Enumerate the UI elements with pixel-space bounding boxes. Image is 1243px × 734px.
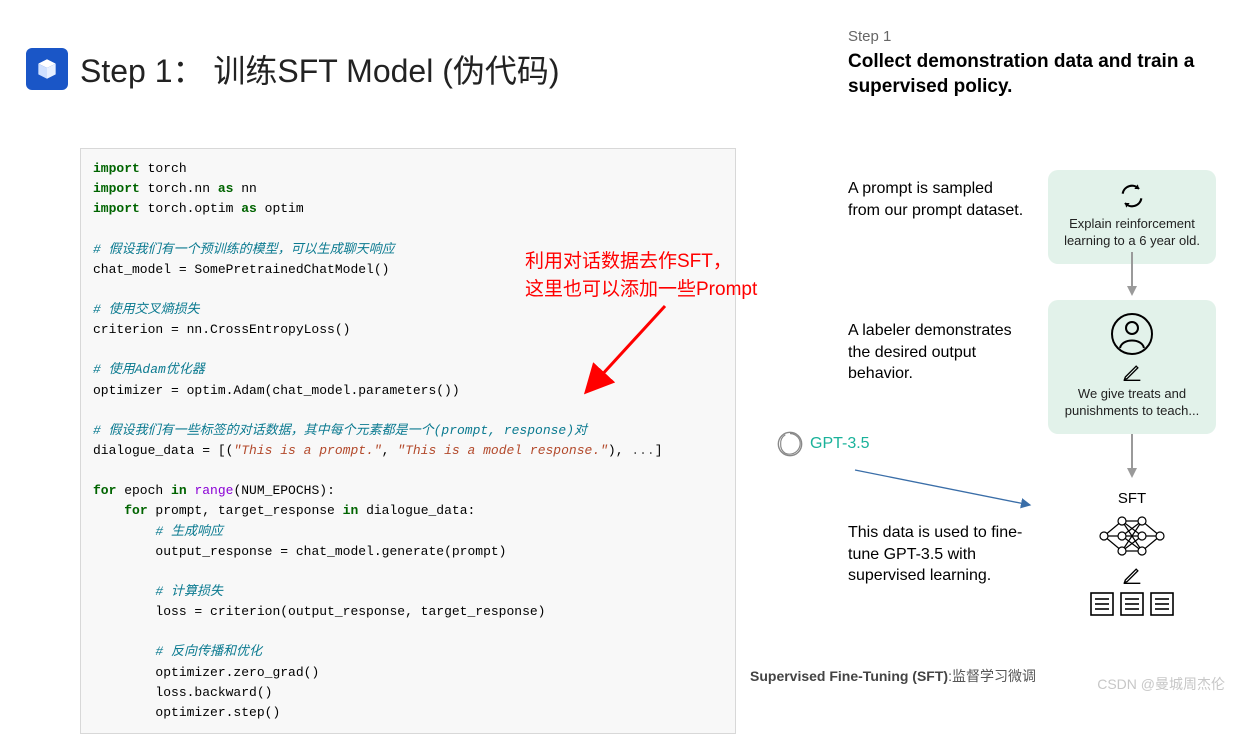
card-labeler: We give treats and punishments to teach.…: [1048, 300, 1216, 434]
cue-arrow-icon: [845, 460, 1045, 520]
flow-arrow-1-icon: [1124, 250, 1140, 298]
step-desc-3: This data is used to fine-tune GPT-3.5 w…: [848, 522, 1028, 587]
step-desc-2: A labeler demonstrates the desired outpu…: [848, 320, 1028, 385]
person-icon: [1110, 312, 1154, 356]
step-heading: Collect demonstration data and train a s…: [848, 50, 1198, 99]
network-icon: [1094, 511, 1170, 561]
card-sft: SFT: [1048, 490, 1216, 619]
flow-arrow-2-icon: [1124, 432, 1140, 480]
watermark: CSDN @曼城周杰伦: [1097, 674, 1225, 694]
step-label: Step 1: [848, 28, 891, 45]
gpt-badge: GPT-3.5: [776, 430, 870, 458]
refresh-icon: [1118, 182, 1146, 210]
code-block: import torch import torch.nn as nn impor…: [80, 148, 736, 734]
openai-icon: [776, 430, 804, 458]
pencil-icon: [1122, 565, 1142, 585]
step-desc-1: A prompt is sampled from our prompt data…: [848, 178, 1028, 221]
footer-caption: Supervised Fine-Tuning (SFT):监督学习微调: [750, 666, 1036, 686]
app-icon: [26, 48, 68, 90]
page-title: Step 1： 训练SFT Model (伪代码): [80, 46, 560, 92]
documents-icon: [1087, 589, 1177, 619]
annotation-text: 利用对话数据去作SFT， 这里也可以添加一些Prompt: [525, 248, 757, 303]
pencil-icon: [1122, 362, 1142, 382]
